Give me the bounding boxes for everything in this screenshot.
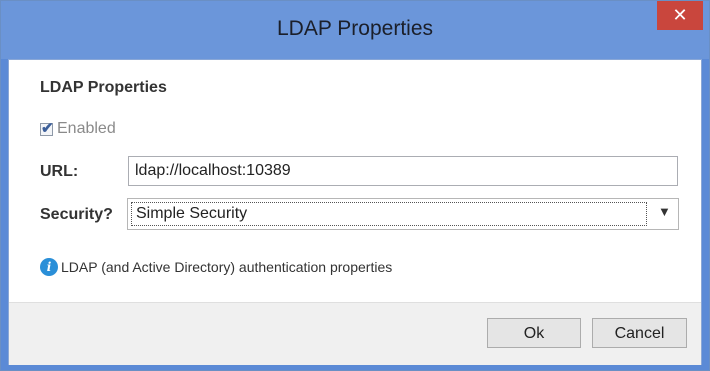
title-bar[interactable]: LDAP Properties ✕ bbox=[1, 1, 709, 59]
ok-button[interactable]: Ok bbox=[487, 318, 581, 348]
close-icon: ✕ bbox=[672, 5, 688, 25]
enabled-row: ✔ Enabled bbox=[40, 120, 116, 138]
section-heading: LDAP Properties bbox=[40, 79, 167, 96]
info-icon: i bbox=[40, 258, 58, 276]
enabled-checkbox[interactable]: ✔ bbox=[40, 120, 54, 137]
enabled-label: Enabled bbox=[57, 120, 116, 137]
close-button[interactable]: ✕ bbox=[657, 1, 703, 30]
url-label: URL: bbox=[40, 163, 79, 180]
info-text: LDAP (and Active Directory) authenticati… bbox=[61, 259, 393, 275]
checkmark-icon: ✔ bbox=[41, 119, 54, 137]
security-selected-value: Simple Security bbox=[131, 202, 647, 226]
dialog-body: LDAP Properties ✔ Enabled URL: Security?… bbox=[8, 59, 702, 365]
security-label: Security? bbox=[40, 206, 113, 223]
cancel-button[interactable]: Cancel bbox=[592, 318, 687, 348]
dropdown-arrow-icon[interactable]: ▼ bbox=[658, 204, 671, 219]
info-row: i LDAP (and Active Directory) authentica… bbox=[40, 258, 392, 276]
dialog-footer: Ok Cancel bbox=[9, 302, 701, 365]
dialog-title: LDAP Properties bbox=[276, 17, 434, 40]
security-dropdown[interactable]: Simple Security ▼ bbox=[127, 198, 679, 230]
url-input[interactable] bbox=[128, 156, 678, 186]
ldap-properties-dialog: LDAP Properties ✕ LDAP Properties ✔ Enab… bbox=[0, 0, 710, 371]
